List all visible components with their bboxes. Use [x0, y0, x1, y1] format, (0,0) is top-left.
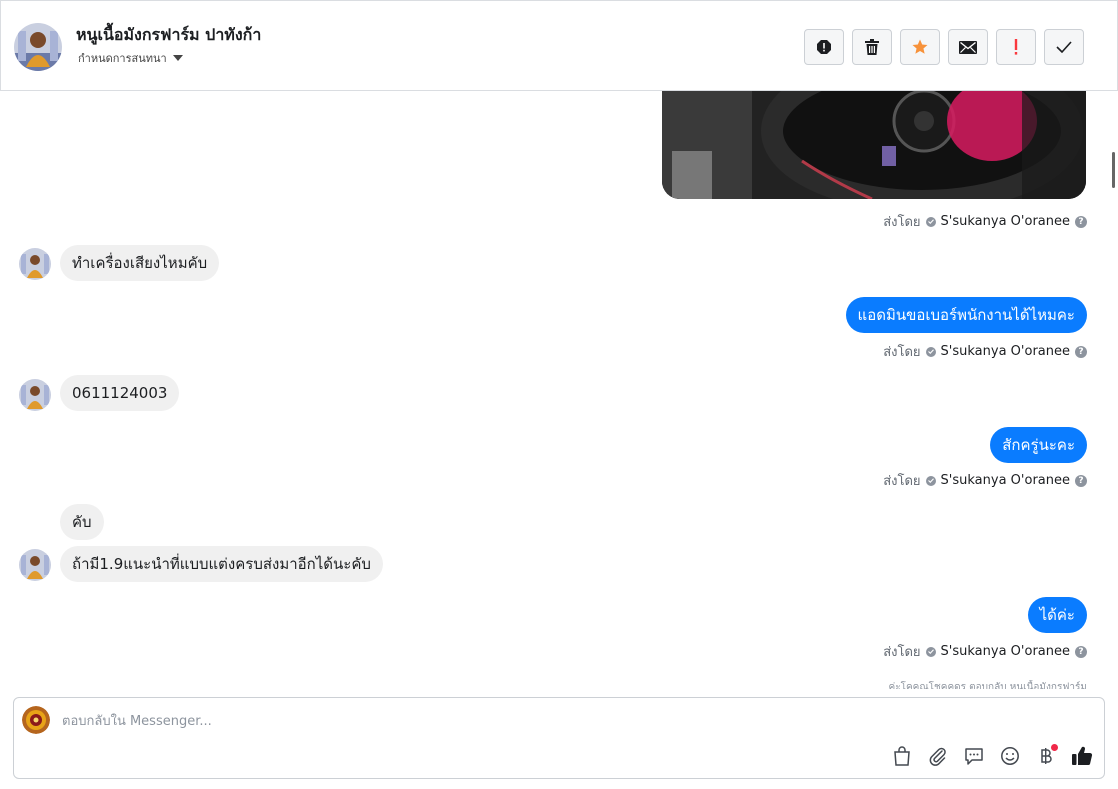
customer-avatar[interactable] [14, 23, 62, 71]
like-button[interactable] [1070, 744, 1094, 768]
important-icon [1014, 39, 1018, 55]
help-icon[interactable]: ? [1075, 215, 1087, 228]
reply-note: ค่ะโคคุณโชคคดร ตอบกลับ หนูเนื้อมังกรฟาร์… [888, 682, 1087, 689]
help-icon[interactable]: ? [1075, 345, 1087, 358]
mark-done-button[interactable] [1044, 29, 1084, 65]
customer-name: หนูเนื้อมังกรฟาร์ม ปาทังก้า [76, 25, 262, 44]
sent-by-label: ส่งโดย [883, 345, 921, 360]
sent-by-label: ส่งโดย [883, 215, 921, 230]
star-icon [912, 39, 928, 54]
trash-icon [865, 39, 879, 55]
incoming-message[interactable]: คับ [60, 504, 104, 540]
reply-input[interactable] [62, 710, 762, 732]
saved-replies-button[interactable] [962, 744, 986, 768]
sender-name[interactable]: S'sukanya O'oranee [941, 344, 1070, 359]
conversation-options-label: กำหนดการสนทนา [78, 52, 167, 65]
conversation-options-dropdown[interactable]: กำหนดการสนทนา [78, 49, 183, 67]
sent-by-line: ส่งโดย S'sukanya O'oranee ? [883, 470, 1087, 491]
emoji-button[interactable] [998, 744, 1022, 768]
smiley-icon [1001, 747, 1019, 765]
shopping-bag-button[interactable] [890, 744, 914, 768]
sender-name[interactable]: S'sukanya O'oranee [941, 214, 1070, 229]
outgoing-message[interactable]: แอดมินขอเบอร์พนักงานได้ไหมคะ [845, 297, 1087, 333]
conversation-header: หนูเนื้อมังกรฟาร์ม ปาทังก้า กำหนดการสนทน… [0, 0, 1118, 91]
sent-photo[interactable] [662, 91, 1086, 199]
reply-composer [13, 697, 1105, 779]
composer-toolbar [890, 744, 1094, 768]
verified-check-icon [925, 216, 936, 227]
verified-check-icon [925, 646, 936, 657]
delete-button[interactable] [852, 29, 892, 65]
outgoing-message[interactable]: สักครู่นะคะ [990, 427, 1087, 463]
paperclip-icon [929, 747, 946, 766]
sent-by-line: ส่งโดย S'sukanya O'oranee ? [883, 211, 1087, 232]
exclamation-circle-icon [817, 40, 831, 54]
verified-check-icon [925, 475, 936, 486]
checkmark-icon [1056, 41, 1072, 53]
thread-scrollbar[interactable] [1112, 152, 1115, 188]
star-button[interactable] [900, 29, 940, 65]
thumbs-up-icon [1072, 746, 1093, 766]
incoming-message[interactable]: 0611124003 [60, 375, 180, 411]
attach-button[interactable] [926, 744, 950, 768]
shopping-bag-icon [894, 746, 910, 766]
payment-button[interactable] [1034, 744, 1058, 768]
message-thread[interactable]: ส่งโดย S'sukanya O'oranee ? ทำเครื่องเสี… [0, 91, 1110, 691]
caret-down-icon [172, 55, 183, 61]
mark-spam-button[interactable] [804, 29, 844, 65]
help-icon[interactable]: ? [1075, 645, 1087, 658]
verified-check-icon [925, 346, 936, 357]
incoming-message[interactable]: ถ้ามี1.9แนะนำที่แบบแต่งครบส่งมาอีกได้นะค… [60, 546, 383, 582]
mark-unread-button[interactable] [948, 29, 988, 65]
mark-important-button[interactable] [996, 29, 1036, 65]
sender-name[interactable]: S'sukanya O'oranee [941, 473, 1070, 488]
outgoing-message[interactable]: ได้ค่ะ [1027, 597, 1087, 633]
sent-by-label: ส่งโดย [883, 645, 921, 660]
sent-by-line: ส่งโดย S'sukanya O'oranee ? [883, 641, 1087, 662]
header-actions [804, 29, 1084, 65]
page-avatar [22, 706, 50, 734]
sent-by-line: ส่งโดย S'sukanya O'oranee ? [883, 341, 1087, 362]
envelope-icon [959, 40, 977, 54]
chat-bubble-icon [965, 748, 983, 765]
sender-name[interactable]: S'sukanya O'oranee [941, 644, 1070, 659]
customer-avatar-small[interactable] [19, 248, 51, 280]
help-icon[interactable]: ? [1075, 474, 1087, 487]
customer-avatar-small[interactable] [19, 379, 51, 411]
sent-by-label: ส่งโดย [883, 474, 921, 489]
incoming-message[interactable]: ทำเครื่องเสียงไหมคับ [60, 245, 220, 281]
notification-dot [1051, 744, 1058, 751]
customer-avatar-small[interactable] [19, 549, 51, 581]
